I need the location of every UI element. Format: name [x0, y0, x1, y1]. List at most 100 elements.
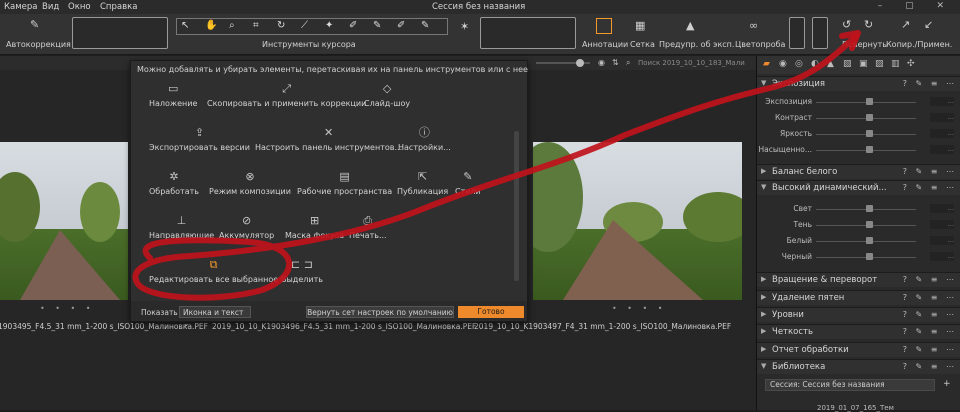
- thumbnail-left[interactable]: [0, 142, 128, 300]
- section-controls[interactable]: ? ✎ ≡ ⋯: [903, 275, 957, 284]
- copy-apply-label[interactable]: Копир./Примен.: [886, 40, 952, 49]
- tab-adjust-icon[interactable]: ▣: [859, 59, 868, 69]
- filter-icon[interactable]: ◉: [598, 58, 605, 67]
- tool-overlay[interactable]: ▭ Наложение: [149, 83, 197, 109]
- slider-knob[interactable]: [866, 130, 873, 137]
- redo-icon[interactable]: ↻: [864, 18, 873, 31]
- tab-library-icon[interactable]: ▰: [763, 59, 770, 69]
- tool-edit-all-selected[interactable]: ⧉ Редактировать все выбранное: [149, 259, 278, 285]
- hand-icon[interactable]: ✋: [205, 20, 217, 31]
- section-controls[interactable]: ? ✎ ≡ ⋯: [903, 310, 957, 319]
- slider-knob[interactable]: [866, 205, 873, 212]
- brush-icon[interactable]: ✎: [373, 20, 381, 31]
- exposure-warning-label[interactable]: Предупр. об эксп.: [659, 40, 734, 49]
- menu-window[interactable]: Окно: [68, 2, 91, 12]
- copy-icon[interactable]: ↗: [901, 18, 910, 31]
- section-process-report[interactable]: ▶ Отчет обработки ? ✎ ≡ ⋯: [757, 342, 960, 357]
- toolbar-slot-4[interactable]: [812, 17, 828, 49]
- tool-focus-mask[interactable]: ⊞ Маска фокуса: [285, 215, 344, 241]
- toolbar-slot-1[interactable]: [72, 17, 168, 49]
- annotations-label[interactable]: Аннотации: [582, 40, 628, 49]
- tool-compose-mode[interactable]: ⊗ Режим композиции: [209, 171, 291, 197]
- tool-guides[interactable]: ⊥ Направляющие: [149, 215, 214, 241]
- tool-print[interactable]: ⎙ Печать...: [349, 215, 387, 241]
- tab-exposure-icon[interactable]: ▲: [827, 59, 834, 69]
- window-controls[interactable]: – ▢ ✕: [878, 1, 954, 11]
- autocorrect-label[interactable]: Автокоррекция: [6, 40, 71, 49]
- tool-styles[interactable]: ✎ Стили: [455, 171, 481, 197]
- slider-value[interactable]: ...: [930, 204, 954, 213]
- warning-icon[interactable]: ▲: [686, 19, 694, 32]
- slider-value[interactable]: ...: [930, 113, 954, 122]
- section-controls[interactable]: ? ✎ ≡ ⋯: [903, 362, 957, 371]
- add-icon[interactable]: +: [943, 379, 951, 389]
- rotate-icon[interactable]: ↻: [277, 20, 285, 31]
- section-controls[interactable]: ? ✎ ≡ ⋯: [903, 327, 957, 336]
- slider-knob[interactable]: [866, 221, 873, 228]
- popup-scrollbar[interactable]: [514, 131, 519, 281]
- restore-defaults-button[interactable]: Вернуть сет настроек по умолчанию: [306, 306, 454, 318]
- section-controls[interactable]: ? ✎ ≡ ⋯: [903, 183, 957, 192]
- menu-camera[interactable]: Камера: [4, 2, 38, 12]
- section-clarity[interactable]: ▶ Четкость ? ✎ ≡ ⋯: [757, 324, 960, 339]
- section-library[interactable]: ▼ Библиотека ? ✎ ≡ ⋯: [757, 359, 960, 374]
- section-levels[interactable]: ▶ Уровни ? ✎ ≡ ⋯: [757, 307, 960, 322]
- tool-process[interactable]: ✲ Обработать: [149, 171, 199, 197]
- proof-label[interactable]: Цветопроба: [735, 40, 785, 49]
- tool-copy-apply[interactable]: ⤢ Скопировать и применить коррекции: [207, 83, 366, 109]
- revert-label[interactable]: Повернуть: [842, 40, 887, 49]
- picker-icon[interactable]: ✐: [349, 20, 357, 31]
- tool-workspaces[interactable]: ▤ Рабочие пространства: [297, 171, 392, 197]
- session-select[interactable]: Сессия: Сессия без названия: [765, 379, 935, 391]
- show-mode-select[interactable]: Иконка и текст ⌄: [179, 306, 251, 328]
- section-hdr[interactable]: ▼ Высокий динамический... ? ✎ ≡ ⋯: [757, 180, 960, 195]
- library-item[interactable]: 2019_01_07_165_Тем: [817, 404, 894, 412]
- glasses-icon[interactable]: ∞: [749, 19, 758, 32]
- zoom-slider-knob[interactable]: [576, 59, 584, 67]
- slider-value[interactable]: ...: [930, 97, 954, 106]
- section-controls[interactable]: ? ✎ ≡ ⋯: [903, 345, 957, 354]
- tab-capture-icon[interactable]: ◉: [779, 59, 787, 69]
- spot-icon[interactable]: ✦: [325, 20, 333, 31]
- section-rotation[interactable]: ▶ Вращение & переворот ? ✎ ≡ ⋯: [757, 272, 960, 287]
- toolbar-slot-3[interactable]: [789, 17, 805, 49]
- section-exposure[interactable]: ▼ Экспозиция ? ✎ ≡ ⋯: [757, 76, 960, 91]
- tool-slideshow[interactable]: ◇ Слайд-шоу: [364, 83, 410, 109]
- section-controls[interactable]: ? ✎ ≡ ⋯: [903, 167, 957, 176]
- tool-accumulator[interactable]: ⊘ Аккумулятор: [219, 215, 274, 241]
- slider-value[interactable]: ...: [930, 252, 954, 261]
- tab-lens-icon[interactable]: ◎: [795, 59, 803, 69]
- section-spot-removal[interactable]: ▶ Удаление пятен ? ✎ ≡ ⋯: [757, 290, 960, 305]
- slider-knob[interactable]: [866, 237, 873, 244]
- tool-preferences[interactable]: ⓘ Настройки...: [398, 127, 451, 153]
- tab-output-icon[interactable]: ▥: [891, 59, 900, 69]
- pointer-icon[interactable]: ↖: [181, 20, 189, 31]
- tool-publish[interactable]: ⇱ Публикация: [397, 171, 448, 197]
- keystone-icon[interactable]: ⟋: [301, 20, 308, 31]
- done-button[interactable]: Готово: [458, 306, 524, 318]
- slider-knob[interactable]: [866, 146, 873, 153]
- annotate-pen-icon[interactable]: ✎: [421, 20, 429, 31]
- slider-knob[interactable]: [866, 114, 873, 121]
- menu-view[interactable]: Вид: [42, 2, 59, 12]
- thumbnail-right[interactable]: [533, 142, 742, 300]
- slider-value[interactable]: ...: [930, 220, 954, 229]
- sort-icon[interactable]: ⇅: [612, 58, 619, 67]
- toolbar-slot-2[interactable]: [480, 17, 576, 49]
- section-controls[interactable]: ? ✎ ≡ ⋯: [903, 293, 957, 302]
- annotations-icon[interactable]: [596, 18, 612, 34]
- crop-icon[interactable]: ⌗: [253, 20, 259, 31]
- tool-select[interactable]: ⊏ ⊐ Выделить: [281, 259, 323, 285]
- search-input[interactable]: Поиск 2019_10_10_183_Мали: [638, 59, 745, 67]
- slider-value[interactable]: ...: [930, 236, 954, 245]
- magic-wand-icon[interactable]: ✎: [30, 18, 39, 31]
- slider-value[interactable]: ...: [930, 129, 954, 138]
- tab-metadata-icon[interactable]: ▨: [875, 59, 884, 69]
- slider-value[interactable]: ...: [930, 145, 954, 154]
- menu-help[interactable]: Справка: [100, 2, 137, 12]
- apply-icon[interactable]: ↙: [924, 18, 933, 31]
- tab-batch-icon[interactable]: ✣: [907, 59, 915, 69]
- section-controls[interactable]: ? ✎ ≡ ⋯: [903, 79, 957, 88]
- tab-color-icon[interactable]: ◐: [811, 59, 819, 69]
- slider-knob[interactable]: [866, 253, 873, 260]
